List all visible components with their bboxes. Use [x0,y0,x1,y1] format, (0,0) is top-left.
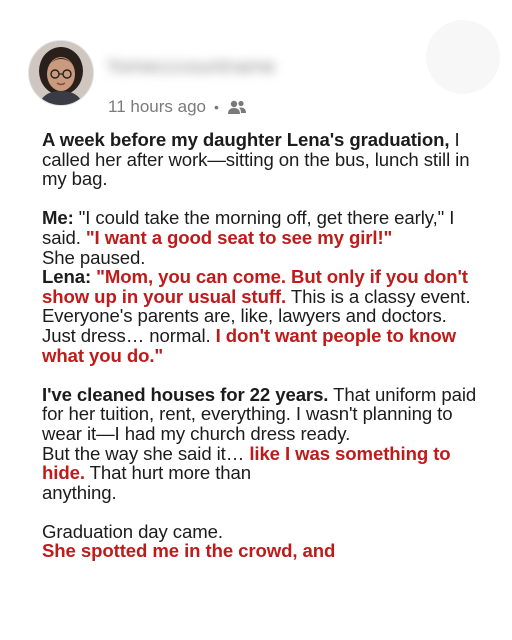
paragraph-1: A week before my daughter Lena's graduat… [42,130,482,189]
p3-rest-2: That hurt more than [84,462,252,484]
author-name[interactable]: Yomecccountname [106,56,316,78]
paragraph-3: I've cleaned houses for 22 years. That u… [42,383,482,503]
p3-but: But the way she said it… [42,442,250,464]
p1-lead: A week before my daughter Lena's graduat… [42,129,450,150]
post-timestamp[interactable]: 11 hours ago [108,97,206,117]
me-emphasis: "I want a good seat to see my girl!" [85,226,393,248]
p3-lead: I've cleaned houses for 22 years. [42,383,329,405]
author-avatar[interactable] [28,40,94,106]
p3-rest-3: anything. [42,481,117,503]
paragraph-4: Graduation day came. She spotted me in t… [42,522,482,561]
more-options-button[interactable] [426,20,500,94]
paused-line: She paused. [42,246,146,268]
post-meta: 11 hours ago • [108,96,247,118]
paragraph-2: Me: "I could take the morning off, get t… [42,208,482,365]
friends-icon[interactable] [227,99,247,115]
lena-label: Lena: [42,266,92,288]
post-body: A week before my daughter Lena's graduat… [42,130,482,581]
meta-separator: • [213,99,219,115]
post-header: Yomecccountname 11 hours ago • [0,0,512,125]
me-label: Me: [42,207,74,229]
p4-emphasis: She spotted me in the crowd, and [42,540,336,562]
p4-plain: Graduation day came. [42,520,223,542]
avatar-photo-icon [29,41,93,105]
